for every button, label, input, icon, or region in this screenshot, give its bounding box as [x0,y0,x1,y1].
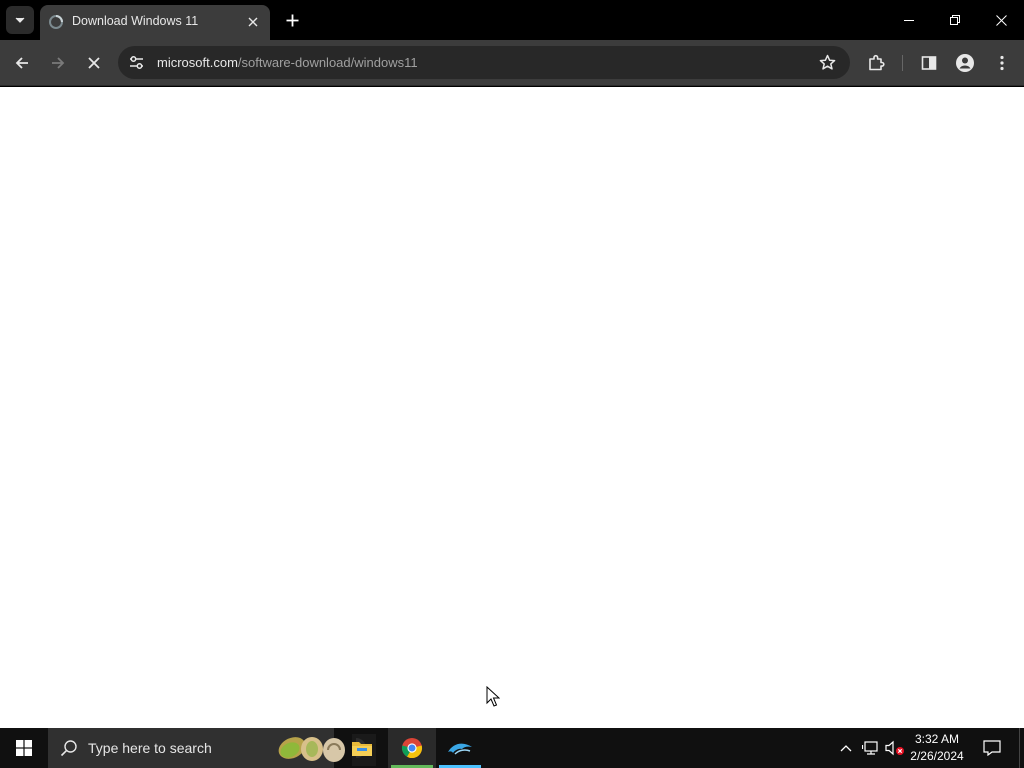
network-icon [862,740,880,756]
close-icon [248,17,258,27]
volume-muted-icon [885,740,905,756]
tune-icon[interactable] [128,54,145,71]
puzzle-icon [867,54,885,72]
clock-date: 2/26/2024 [910,749,964,763]
chrome-icon [401,737,423,759]
tab-search-button[interactable] [6,6,34,34]
minimize-button[interactable] [886,0,932,40]
close-icon [87,56,101,70]
new-tab-button[interactable] [282,10,302,30]
show-desktop-button[interactable] [1019,728,1024,768]
notification-center-button[interactable] [972,728,1012,768]
clock-time: 3:32 AM [914,732,960,746]
taskbar-dolphin[interactable] [436,728,484,768]
person-icon [955,53,975,73]
search-placeholder: Type here to search [88,740,212,756]
folder-icon [351,739,373,757]
restore-icon [950,15,960,25]
stop-loading-button[interactable] [80,49,108,77]
back-button[interactable] [8,49,36,77]
minimize-icon [904,15,914,25]
tab-title: Download Windows 11 [72,14,199,28]
close-icon [995,14,1007,26]
browser-toolbar: microsoft.com/software-download/windows1… [0,40,1024,86]
taskbar-chrome[interactable] [388,728,436,768]
taskbar-search-box[interactable]: Type here to search [48,728,376,768]
side-panel-button[interactable] [915,49,943,77]
close-tab-button[interactable] [244,13,262,31]
network-status-button[interactable] [860,728,882,768]
profile-button[interactable] [951,49,979,77]
chevron-down-icon [14,14,26,26]
toolbar-divider [902,55,903,71]
taskbar-file-explorer[interactable] [338,728,386,768]
restore-button[interactable] [932,0,978,40]
dolphin-icon [447,739,473,757]
volume-button[interactable] [884,728,906,768]
chevron-up-icon [840,744,852,752]
tab-download-windows-11[interactable]: Download Windows 11 [40,5,270,40]
search-icon [60,739,78,757]
arrow-left-icon [14,55,30,71]
mouse-cursor-icon [486,686,500,708]
extensions-button[interactable] [862,49,890,77]
forward-button[interactable] [44,49,72,77]
address-bar[interactable]: microsoft.com/software-download/windows1… [118,46,850,79]
show-hidden-icons-button[interactable] [836,728,856,768]
page-content[interactable] [0,87,1024,728]
plus-icon [286,14,299,27]
side-panel-icon [921,55,937,71]
arrow-right-icon [50,55,66,71]
close-window-button[interactable] [978,0,1024,40]
url-host: microsoft.com [157,55,238,70]
taskbar-clock[interactable]: 3:32 AM 2/26/2024 [904,731,970,765]
notification-icon [983,740,1001,756]
windows-taskbar: Type here to search 3:32 AM 2/26/2024 [0,728,1024,768]
kebab-icon [1000,55,1004,71]
star-icon[interactable] [819,54,836,71]
windows-logo-icon [16,740,32,756]
address-url: microsoft.com/software-download/windows1… [157,55,418,70]
start-button[interactable] [0,728,48,768]
url-path: /software-download/windows11 [237,55,418,70]
loading-icon [48,14,64,30]
browser-menu-button[interactable] [988,49,1016,77]
browser-titlebar: Download Windows 11 [0,0,1024,40]
